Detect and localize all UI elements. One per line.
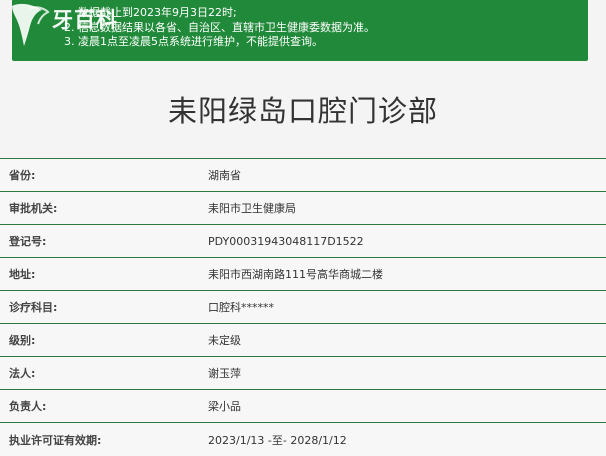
- row-label: 审批机关:: [9, 202, 58, 215]
- info-table: 省份: 湖南省 审批机关: 耒阳市卫生健康局 登记号: PDY000319430…: [0, 158, 606, 456]
- table-row: 法人: 谢玉萍: [0, 357, 606, 390]
- table-row: 审批机关: 耒阳市卫生健康局: [0, 192, 606, 225]
- row-value: 口腔科******: [208, 301, 274, 314]
- table-row: 地址: 耒阳市西湖南路111号高华商城二楼: [0, 258, 606, 291]
- row-value: PDY00031943048117D1522: [208, 234, 364, 248]
- table-row: 省份: 湖南省: [0, 159, 606, 192]
- table-row: 登记号: PDY00031943048117D1522: [0, 225, 606, 258]
- table-row: 诊疗科目: 口腔科******: [0, 291, 606, 324]
- notice-line-1: 数据截止到2023年9月3日22时;: [78, 6, 237, 19]
- row-label: 地址:: [9, 268, 36, 281]
- page: 数据截止到2023年9月3日22时; 2. 信息数据结果以各省、自治区、直辖市卫生…: [0, 0, 606, 456]
- row-label: 负责人:: [9, 400, 47, 413]
- row-value: 谢玉萍: [208, 367, 241, 380]
- table-row: 执业许可证有效期: 2023/1/13 -至- 2028/1/12: [0, 423, 606, 456]
- watermark-logo: 牙百科: [6, 0, 136, 48]
- row-label: 法人:: [9, 367, 36, 380]
- row-value: 湖南省: [208, 169, 241, 182]
- row-value: 耒阳市西湖南路111号高华商城二楼: [208, 268, 383, 281]
- row-value: 未定级: [208, 334, 241, 347]
- row-label: 省份:: [9, 169, 36, 182]
- row-value: 梁小品: [208, 400, 241, 413]
- notice-line-2: 2. 信息数据结果以各省、自治区、直辖市卫生健康委数据为准。: [64, 20, 375, 34]
- table-row: 负责人: 梁小品: [0, 390, 606, 423]
- logo-text: 牙百科: [52, 7, 118, 32]
- tooth-logo-icon: [12, 3, 50, 46]
- row-value: 2023/1/13 -至- 2028/1/12: [208, 433, 347, 447]
- row-label: 执业许可证有效期:: [9, 433, 102, 447]
- row-label: 诊疗科目:: [9, 301, 58, 314]
- page-title: 耒阳绿岛口腔门诊部: [167, 94, 438, 128]
- row-value: 耒阳市卫生健康局: [208, 202, 296, 215]
- notice-line-3: 3. 凌晨1点至凌晨5点系统进行维护，不能提供查询。: [64, 35, 323, 48]
- row-label: 级别:: [9, 334, 36, 347]
- table-row: 级别: 未定级: [0, 324, 606, 357]
- row-label: 登记号:: [9, 235, 47, 248]
